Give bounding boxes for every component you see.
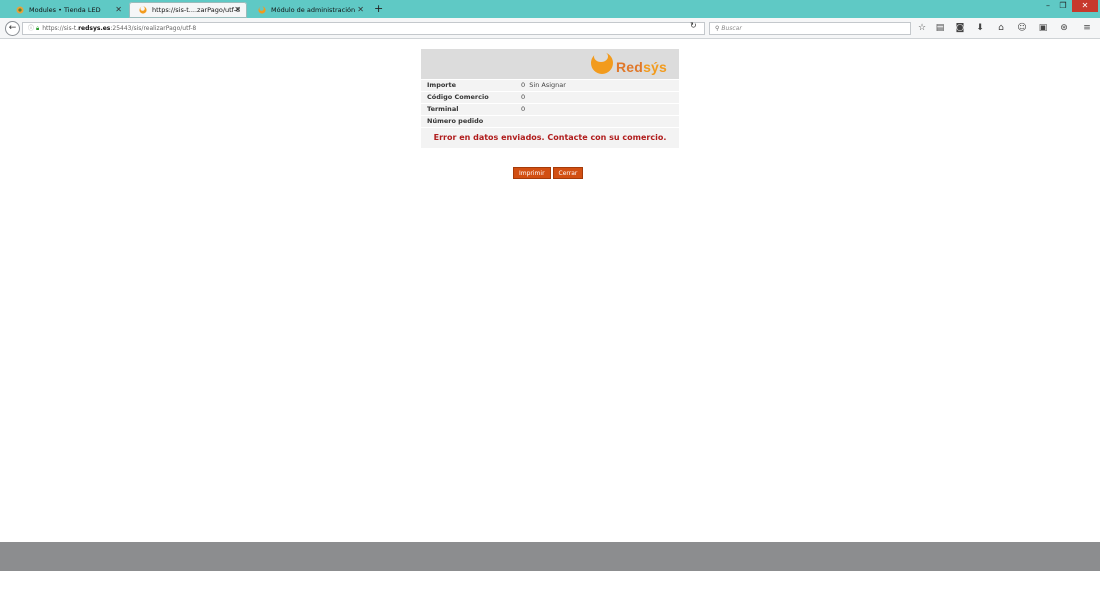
redsys-favicon-icon <box>258 6 266 14</box>
logo-header: Redsýs <box>421 49 679 79</box>
chat-icon[interactable]: ☺ <box>1015 22 1029 34</box>
action-buttons: Imprimir Cerrar <box>513 167 584 179</box>
navigation-bar: ← ⓘ 🔒︎ https://sis-t.redsys.es:25443/sis/r… <box>0 18 1100 39</box>
tab-modulo-administracion[interactable]: Módulo de administración ✕ <box>248 2 370 18</box>
close-button[interactable]: Cerrar <box>552 167 584 179</box>
detail-row-codigo-comercio: Código Comercio 0 <box>421 91 679 103</box>
extension-icon[interactable]: ⊛ <box>1057 22 1071 34</box>
search-input[interactable]: ⚲ Buscar <box>709 22 911 35</box>
url-host: redsys.es <box>78 25 111 32</box>
url-prefix: https://sis-t. <box>42 25 79 32</box>
info-icon[interactable]: ⓘ <box>28 25 34 32</box>
detail-row-numero-pedido: Número pedido <box>421 115 679 127</box>
search-icon: ⚲ <box>715 25 720 32</box>
detail-label: Terminal <box>427 105 459 113</box>
detail-value: 0 <box>521 105 526 113</box>
payment-panel: Redsýs Importe 0 Sin Asignar Código Come… <box>421 49 679 148</box>
star-icon[interactable]: ☆ <box>915 22 929 34</box>
window-close-icon[interactable]: ✕ <box>1072 0 1098 12</box>
detail-row-importe: Importe 0 Sin Asignar <box>421 79 679 91</box>
lock-icon[interactable]: 🔒︎ <box>36 25 39 32</box>
redsys-logo-text: Redsýs <box>616 59 667 75</box>
reading-list-icon[interactable]: ▤ <box>933 22 947 34</box>
download-icon[interactable]: ⬇ <box>973 22 987 34</box>
back-arrow-icon[interactable]: ← <box>5 21 20 36</box>
screenshot-icon[interactable]: ▣ <box>1036 22 1050 34</box>
error-message: Error en datos enviados. Contacte con su… <box>421 127 679 148</box>
tab-modules-tienda-led[interactable]: Modules • Tienda LED ✕ <box>6 2 128 18</box>
menu-icon[interactable]: ≡ <box>1080 22 1094 34</box>
detail-row-terminal: Terminal 0 <box>421 103 679 115</box>
bottom-strip <box>0 542 1100 571</box>
redsys-logo-icon <box>591 51 613 74</box>
close-tab-icon[interactable]: ✕ <box>115 5 122 15</box>
detail-value <box>521 116 679 127</box>
detail-value: 0 <box>521 93 526 101</box>
new-tab-icon[interactable]: + <box>374 2 383 16</box>
close-tab-icon[interactable]: ✕ <box>234 5 241 15</box>
print-button[interactable]: Imprimir <box>513 167 551 179</box>
tab-label: https://sis-t....zarPago/utf-8 <box>152 6 241 14</box>
tab-label: Modules • Tienda LED <box>29 6 101 14</box>
close-tab-icon[interactable]: ✕ <box>357 5 364 15</box>
reload-icon[interactable]: ↻ <box>690 21 697 30</box>
tab-label: Módulo de administración <box>271 6 356 14</box>
detail-label: Número pedido <box>427 117 484 125</box>
detail-label: Importe <box>427 81 457 89</box>
logo-accent-text: sýs <box>643 59 668 75</box>
logo-main-text: Red <box>616 59 644 75</box>
detail-label: Código Comercio <box>427 93 489 101</box>
url-path: :25443/sis/realizarPago/utf-8 <box>110 25 197 32</box>
redsys-favicon-icon <box>139 6 147 14</box>
search-placeholder: Buscar <box>721 25 742 32</box>
detail-value: 0 Sin Asignar <box>521 81 566 89</box>
minimize-icon[interactable]: – <box>1042 0 1054 12</box>
prestashop-favicon-icon <box>16 6 24 14</box>
tab-bar: Modules • Tienda LED ✕ https://sis-t....… <box>0 0 1100 18</box>
restore-icon[interactable]: ❐ <box>1057 0 1069 12</box>
pocket-icon[interactable]: ◙ <box>953 22 967 34</box>
home-icon[interactable]: ⌂ <box>994 22 1008 34</box>
tab-redsys-payment[interactable]: https://sis-t....zarPago/utf-8 ✕ <box>129 2 247 18</box>
url-bar[interactable]: ⓘ 🔒︎ https://sis-t.redsys.es:25443/sis/rea… <box>22 22 705 35</box>
